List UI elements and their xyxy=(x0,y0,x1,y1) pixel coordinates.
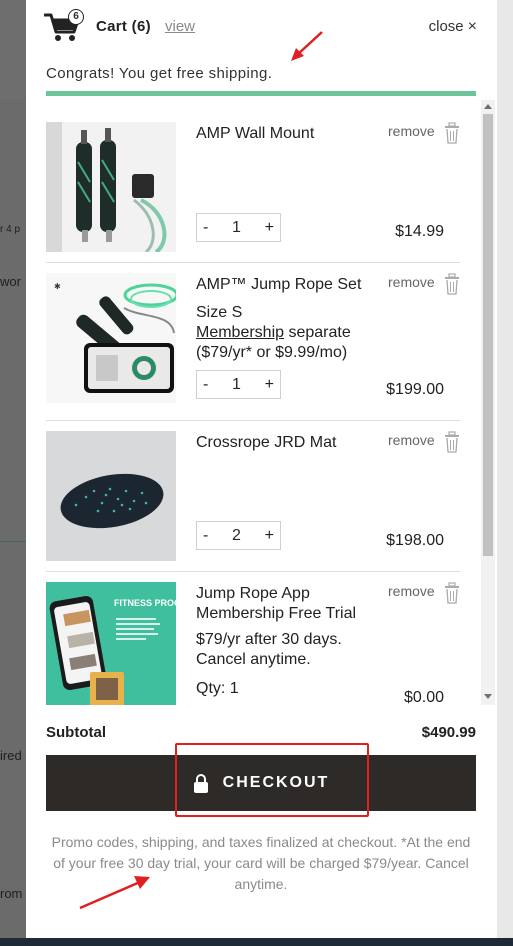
image-caption: FITNESS PROGRAMS xyxy=(114,598,176,608)
free-shipping-message: Congrats! You get free shipping. xyxy=(46,65,273,82)
product-name[interactable]: AMP™ Jump Rope Set xyxy=(196,275,396,295)
remove-button[interactable]: remove xyxy=(388,274,435,290)
background-text: rom xyxy=(0,886,23,901)
trash-icon[interactable] xyxy=(444,122,460,144)
cart-footer: Subtotal $490.99 CHECKOUT Promo codes, s… xyxy=(26,705,497,938)
background-text: wor xyxy=(0,274,21,289)
item-divider xyxy=(46,262,460,263)
decrease-quantity-button[interactable]: - xyxy=(203,219,208,237)
annotation-arrow-icon xyxy=(291,31,323,61)
annotation-arrow-icon xyxy=(79,876,150,910)
trash-icon[interactable] xyxy=(444,273,460,295)
background-scrollbar xyxy=(497,0,513,946)
quantity-stepper[interactable]: - 1 + xyxy=(196,370,281,399)
increase-quantity-button[interactable]: + xyxy=(265,376,274,394)
cart-item: AMP Wall Mount remove - 1 + $14.99 xyxy=(46,122,460,263)
item-price: $0.00 xyxy=(403,689,444,705)
scroll-down-icon[interactable] xyxy=(484,694,492,699)
cart-items-list[interactable]: AMP Wall Mount remove - 1 + $14.99 ✱ AMP… xyxy=(26,100,497,705)
membership-note: Membership separate xyxy=(196,323,386,343)
remove-button[interactable]: remove xyxy=(388,123,435,139)
checkout-button[interactable]: CHECKOUT xyxy=(46,755,476,811)
cart-item: FITNESS PROGRAMS Jump Rope App Membershi… xyxy=(46,582,460,705)
checkout-label: CHECKOUT xyxy=(222,774,330,791)
quantity-label: Qty: 1 xyxy=(196,680,239,697)
cart-header: 6 Cart (6) view close × Congrats! You get… xyxy=(26,0,497,100)
lock-icon xyxy=(193,774,208,793)
quantity-value: 1 xyxy=(232,218,241,236)
item-price: $199.00 xyxy=(386,381,444,398)
item-price: $14.99 xyxy=(395,223,444,240)
product-name[interactable]: AMP Wall Mount xyxy=(196,124,396,144)
product-image-app-membership[interactable]: FITNESS PROGRAMS xyxy=(46,582,176,705)
trash-icon[interactable] xyxy=(444,431,460,453)
cart-item: ✱ AMP™ Jump Rope Set Size S Membership s… xyxy=(46,273,460,421)
quantity-value: 2 xyxy=(232,526,241,544)
increase-quantity-button[interactable]: + xyxy=(265,219,274,237)
item-price: $198.00 xyxy=(386,532,444,549)
item-divider xyxy=(46,420,460,421)
product-image-jrd-mat[interactable] xyxy=(46,431,176,561)
cart-drawer: 6 Cart (6) view close × Congrats! You get… xyxy=(26,0,497,938)
product-name[interactable]: Crossrope JRD Mat xyxy=(196,433,396,453)
scrollbar-thumb[interactable] xyxy=(483,114,493,556)
close-button[interactable]: close × xyxy=(429,18,477,36)
product-name[interactable]: Jump Rope App Membership Free Trial xyxy=(196,584,381,624)
background-text: r 4 p xyxy=(0,224,21,235)
cart-title: Cart (6) xyxy=(96,18,151,35)
cart-item: Crossrope JRD Mat remove - 2 + $198.00 xyxy=(46,431,460,572)
product-size: Size S xyxy=(196,304,243,321)
shipping-progress-bar xyxy=(46,91,476,96)
close-icon: × xyxy=(467,18,477,35)
remove-button[interactable]: remove xyxy=(388,583,435,599)
subtotal-label: Subtotal xyxy=(46,724,106,741)
membership-link[interactable]: Membership xyxy=(196,324,284,341)
svg-text:✱: ✱ xyxy=(54,282,61,291)
close-label: close xyxy=(428,18,464,35)
membership-trial-detail: $79/yr after 30 days. Cancel anytime. xyxy=(196,631,342,668)
background-footer xyxy=(0,938,513,946)
cart-list-scrollbar[interactable] xyxy=(481,100,495,705)
quantity-stepper[interactable]: - 2 + xyxy=(196,521,281,550)
quantity-value: 1 xyxy=(232,375,241,393)
decrease-quantity-button[interactable]: - xyxy=(203,376,208,394)
product-image-wall-mount[interactable] xyxy=(46,122,176,252)
item-divider xyxy=(46,571,460,572)
increase-quantity-button[interactable]: + xyxy=(265,527,274,545)
remove-button[interactable]: remove xyxy=(388,432,435,448)
quantity-stepper[interactable]: - 1 + xyxy=(196,213,281,242)
view-cart-link[interactable]: view xyxy=(165,18,195,35)
cart-count-badge: 6 xyxy=(68,9,84,25)
subtotal-value: $490.99 xyxy=(421,724,476,741)
trash-icon[interactable] xyxy=(444,582,460,604)
background-text: ired xyxy=(0,748,22,763)
product-image-jump-rope-set[interactable]: ✱ xyxy=(46,273,176,403)
membership-note-text: separate xyxy=(284,324,351,341)
scroll-up-icon[interactable] xyxy=(484,104,492,109)
membership-price: ($79/yr* or $9.99/mo) xyxy=(196,344,348,361)
decrease-quantity-button[interactable]: - xyxy=(203,527,208,545)
